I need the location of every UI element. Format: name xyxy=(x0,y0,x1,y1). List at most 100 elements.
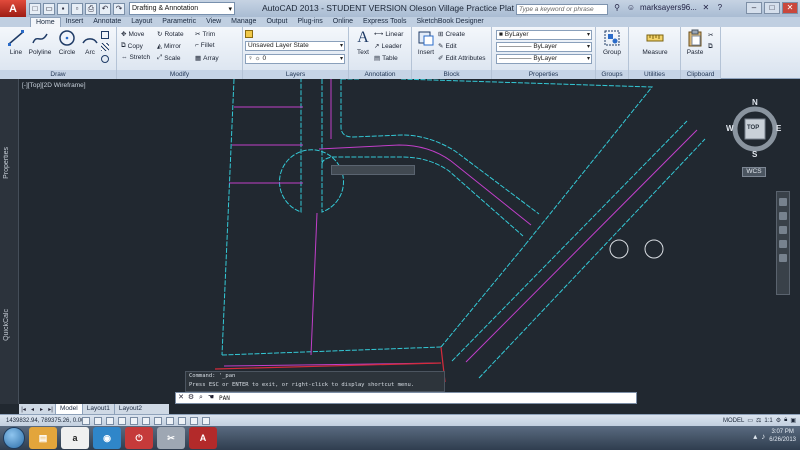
redo-icon[interactable]: ↷ xyxy=(113,2,125,15)
tab-layout2[interactable]: Layout2 xyxy=(113,404,146,414)
viewcube[interactable]: N S E W TOP xyxy=(726,98,782,160)
array-tool[interactable]: ▦ Array xyxy=(195,54,219,63)
close-icon[interactable]: ✕ xyxy=(176,393,186,403)
plot-icon[interactable]: ⎙ xyxy=(85,2,97,15)
app-gray-icon[interactable]: ✂ xyxy=(157,427,185,449)
tab-annotate[interactable]: Annotate xyxy=(88,17,126,27)
toolbar-lock-icon[interactable]: 🔒︎ xyxy=(784,417,787,424)
search-input[interactable]: Type a keyword or phrase xyxy=(516,4,608,15)
workspace-switching-icon[interactable]: ⚙ xyxy=(776,417,781,424)
trim-tool[interactable]: ✂ Trim xyxy=(195,30,215,39)
table-tool[interactable]: ▤ Table xyxy=(374,54,398,63)
maximize-button[interactable]: □ xyxy=(764,2,780,14)
user-icon[interactable]: ☺ xyxy=(626,3,636,13)
open-icon[interactable]: ▭ xyxy=(43,2,55,15)
username[interactable]: marksayers96... xyxy=(640,3,697,13)
wrench-icon[interactable]: ⚙ xyxy=(186,393,196,403)
exchange-icon[interactable]: ✕ xyxy=(701,3,711,13)
network-icon[interactable]: ▴ xyxy=(753,432,757,441)
properties-palette-tab[interactable]: Properties xyxy=(3,147,10,179)
layer-properties-tool[interactable] xyxy=(245,30,253,38)
workspace-selector[interactable]: Drafting & Annotation ▾ xyxy=(129,2,235,15)
snap-mode-icon[interactable] xyxy=(94,416,102,425)
measure-tool[interactable]: Measure xyxy=(635,29,675,56)
insert-tool[interactable]: Insert xyxy=(414,29,438,56)
pan-icon[interactable] xyxy=(779,212,787,220)
scale-tool[interactable]: ⤢ Scale xyxy=(157,54,180,62)
clipboard-panel-title[interactable]: Clipboard xyxy=(681,70,720,79)
compass-west[interactable]: W xyxy=(726,124,734,133)
ellipse-tool[interactable] xyxy=(101,55,109,63)
infer-constraints-icon[interactable] xyxy=(82,416,90,425)
cad-drawing[interactable] xyxy=(19,79,800,404)
compass-north[interactable]: N xyxy=(752,98,758,107)
groups-panel-title[interactable]: Groups xyxy=(596,70,628,79)
layers-panel-title[interactable]: Layers xyxy=(243,70,348,79)
color-dropdown[interactable]: ■ ByLayer ▾ xyxy=(496,30,592,40)
command-input[interactable] xyxy=(216,393,606,403)
binoculars-icon[interactable]: ⚲ xyxy=(612,3,622,13)
utilities-panel-title[interactable]: Utilities xyxy=(629,70,680,79)
amazon-icon[interactable]: a xyxy=(61,427,89,449)
stretch-tool[interactable]: ⇔ Stretch xyxy=(121,54,150,61)
lineweight-dropdown[interactable]: ――――― ByLayer ▾ xyxy=(496,54,592,64)
viewport-controls-label[interactable]: [-][Top][2D Wireframe] xyxy=(22,82,86,89)
tab-manage[interactable]: Manage xyxy=(226,17,261,27)
clean-screen-icon[interactable]: ▣ xyxy=(790,417,796,424)
first-tab-icon[interactable]: |◂ xyxy=(19,406,28,413)
search-icon[interactable]: ⌕ xyxy=(196,393,206,403)
showmotion-icon[interactable] xyxy=(779,254,787,262)
copy-clip-tool[interactable]: ⧉ xyxy=(708,43,713,51)
rotate-tool[interactable]: ↻ Rotate xyxy=(157,30,184,39)
modify-panel-title[interactable]: Modify xyxy=(117,70,242,79)
fillet-tool[interactable]: ⌐ Fillet xyxy=(195,42,215,49)
quickcalc-palette-tab[interactable]: QuickCalc xyxy=(3,309,10,341)
linetype-dropdown[interactable]: ――――― ByLayer ▾ xyxy=(496,42,592,52)
paste-tool[interactable]: Paste xyxy=(683,29,707,56)
ortho-mode-icon[interactable] xyxy=(118,416,126,425)
layer-state-dropdown[interactable]: Unsaved Layer State ▾ xyxy=(245,41,345,51)
polar-tracking-icon[interactable] xyxy=(130,416,138,425)
line-tool[interactable]: Line xyxy=(4,29,28,56)
save-as-icon[interactable]: ▫ xyxy=(71,2,83,15)
tab-sketchbook-designer[interactable]: SketchBook Designer xyxy=(411,17,488,27)
properties-panel-title[interactable]: Properties xyxy=(492,70,595,79)
tab-express-tools[interactable]: Express Tools xyxy=(358,17,411,27)
viewcube-top-face[interactable]: TOP xyxy=(747,125,759,131)
undo-icon[interactable]: ↶ xyxy=(99,2,111,15)
minimize-button[interactable]: – xyxy=(746,2,762,14)
block-panel-title[interactable]: Block xyxy=(412,70,491,79)
mirror-tool[interactable]: ◭ Mirror xyxy=(157,42,181,51)
leader-tool[interactable]: ↗ Leader xyxy=(374,42,402,51)
tab-output[interactable]: Output xyxy=(261,17,292,27)
orbit-icon[interactable] xyxy=(779,240,787,248)
compass-east[interactable]: E xyxy=(776,124,781,133)
text-tool[interactable]: A Text xyxy=(351,29,375,56)
lineweight-icon[interactable] xyxy=(202,416,210,425)
arc-tool[interactable]: Arc xyxy=(78,29,102,56)
clock[interactable]: 3:07 PM 6/26/2013 xyxy=(769,428,796,444)
annotation-scale[interactable]: 1:1 xyxy=(764,418,772,424)
tab-online[interactable]: Online xyxy=(328,17,358,27)
move-tool[interactable]: ✥ Move xyxy=(121,30,144,39)
dynamic-ucs-icon[interactable] xyxy=(178,416,186,425)
tab-view[interactable]: View xyxy=(201,17,226,27)
circle-tool[interactable]: Circle xyxy=(55,29,79,56)
wcs-menu[interactable]: WCS xyxy=(742,167,766,177)
object-snap-tracking-icon[interactable] xyxy=(166,416,174,425)
grid-display-icon[interactable] xyxy=(106,416,114,425)
save-icon[interactable]: ▪ xyxy=(57,2,69,15)
compass-south[interactable]: S xyxy=(752,150,757,159)
tab-parametric[interactable]: Parametric xyxy=(157,17,201,27)
group-tool[interactable]: Group xyxy=(600,29,624,56)
tab-insert[interactable]: Insert xyxy=(61,17,89,27)
start-button[interactable] xyxy=(3,427,25,449)
app-red-icon[interactable]: ⏻ xyxy=(125,427,153,449)
app-blue-icon[interactable]: ◉ xyxy=(93,427,121,449)
rectangle-tool[interactable] xyxy=(101,31,109,39)
tab-home[interactable]: Home xyxy=(30,17,61,27)
next-tab-icon[interactable]: ▸ xyxy=(37,406,46,413)
drawing-area[interactable]: [-][Top][2D Wireframe] N S E W TOP WCS xyxy=(19,79,800,404)
edit-attributes-tool[interactable]: ✐ Edit Attributes xyxy=(438,54,486,63)
application-menu-button[interactable]: A xyxy=(0,0,26,17)
